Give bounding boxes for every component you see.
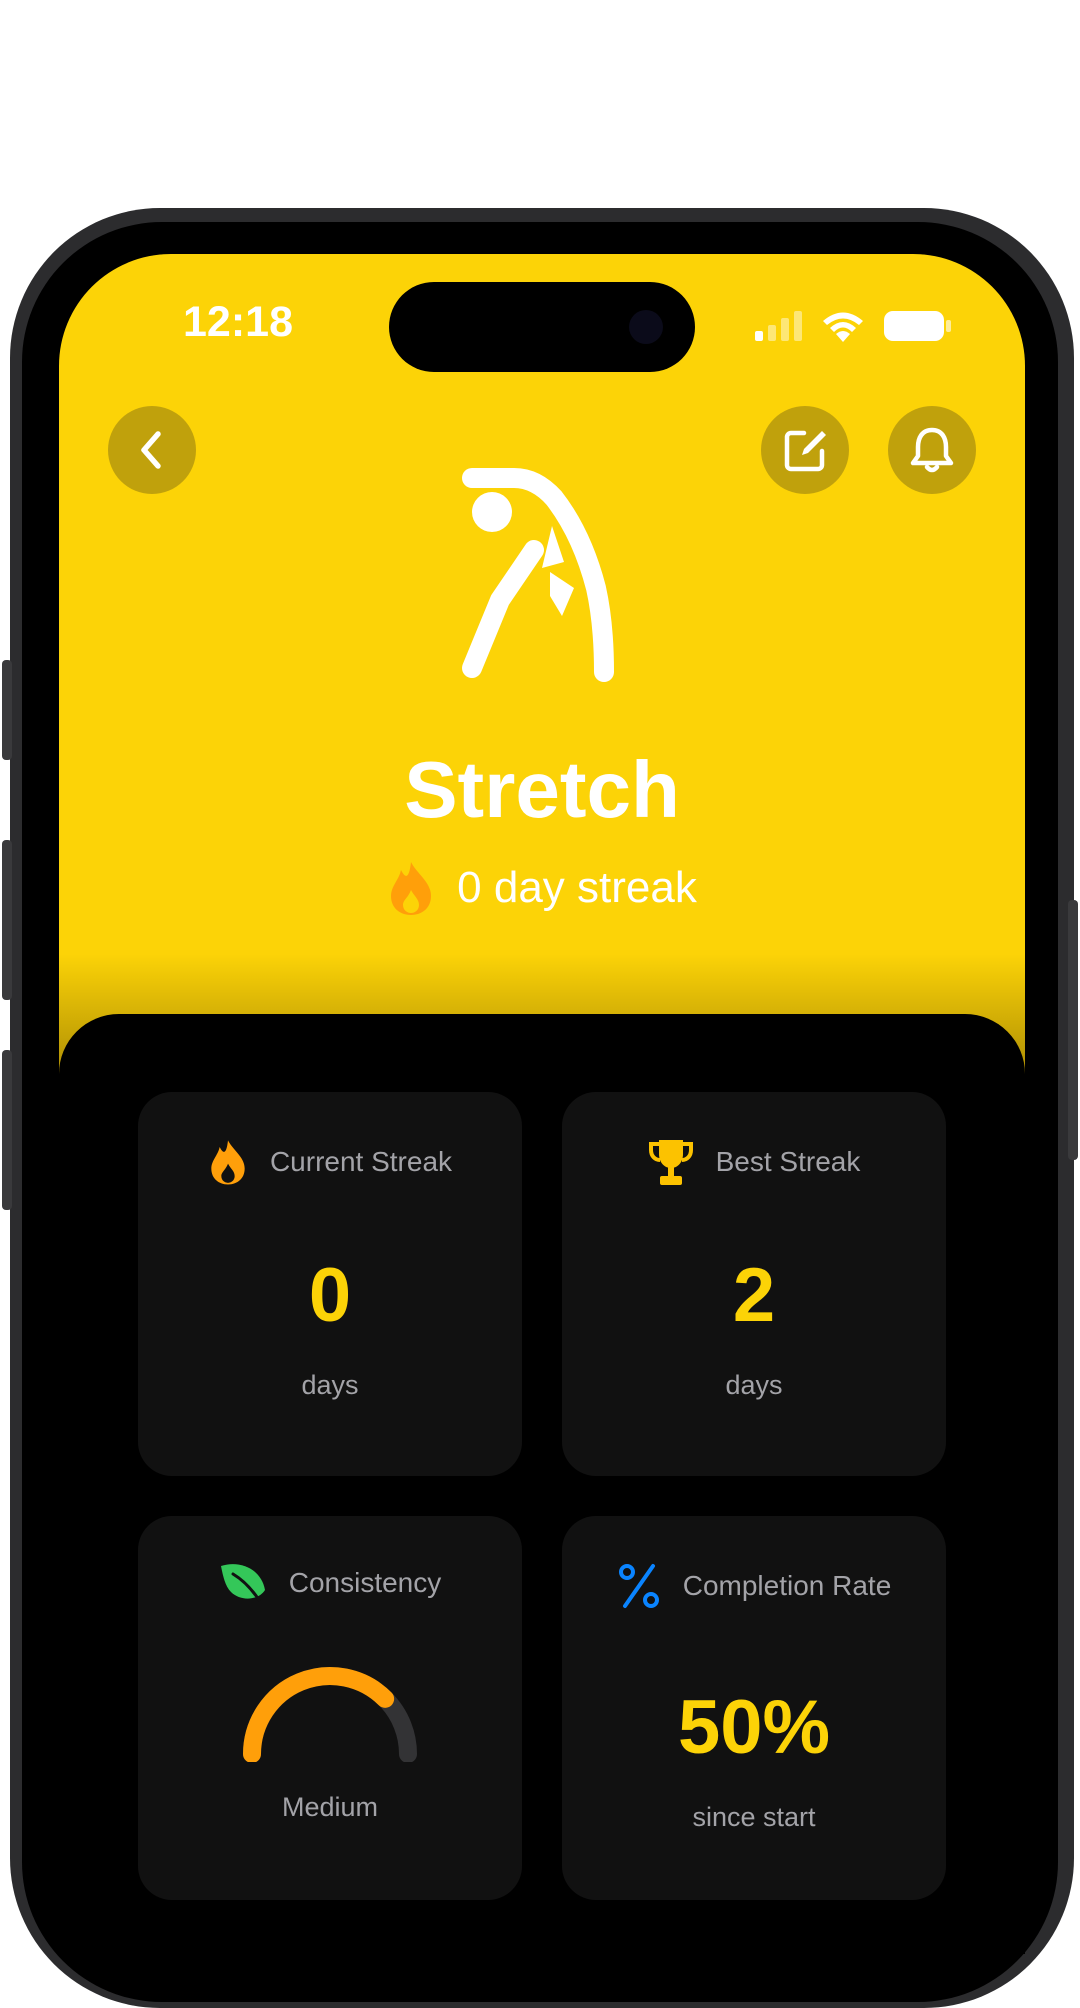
habit-streak: 0 day streak: [59, 860, 1025, 916]
wifi-icon: [823, 312, 863, 342]
cellular-signal-icon: [755, 311, 802, 341]
leaf-icon: [220, 1564, 265, 1602]
trophy-icon: [648, 1140, 693, 1185]
bell-icon: [910, 427, 954, 473]
status-time: 12:18: [183, 298, 293, 346]
edit-square-icon: [784, 430, 826, 472]
completion-rate-label: Completion Rate: [682, 1570, 892, 1601]
dynamic-island: [389, 282, 695, 372]
status-icons: [755, 310, 953, 342]
flame-icon: [391, 862, 432, 915]
habit-title: Stretch: [404, 745, 680, 834]
completion-rate-header: Completion Rate: [562, 1562, 946, 1610]
front-camera: [629, 310, 663, 344]
gauge-fill: [243, 1667, 395, 1762]
habit-header: 12:18 Stretch 0 day streak: [59, 254, 1025, 1074]
back-button[interactable]: [108, 406, 196, 494]
best-streak-label: Best Streak: [715, 1146, 861, 1177]
chevron-left-icon: [141, 431, 161, 469]
current-streak-card: Current Streak 0 days: [138, 1092, 522, 1476]
power-button: [1068, 900, 1078, 1160]
consistency-header: Consistency: [138, 1562, 522, 1604]
best-streak-value: 2: [732, 1253, 776, 1338]
action-button: [2, 660, 12, 760]
current-streak-unit: days: [301, 1370, 359, 1400]
flame-icon: [211, 1140, 245, 1185]
consistency-card: Consistency Medium: [138, 1516, 522, 1900]
completion-rate-card: Completion Rate 50% since start: [562, 1516, 946, 1900]
screen: 12:18 Stretch 0 day streak Current Strea…: [59, 254, 1025, 1954]
completion-rate-value: 50%: [677, 1685, 831, 1770]
battery-icon: [884, 311, 951, 341]
consistency-label: Consistency: [288, 1567, 442, 1598]
best-streak-header: Best Streak: [562, 1138, 946, 1186]
best-streak-unit: days: [725, 1370, 783, 1400]
current-streak-header: Current Streak: [138, 1138, 522, 1186]
notifications-button[interactable]: [888, 406, 976, 494]
stretch-figure-icon: [462, 468, 614, 682]
completion-rate-unit: since start: [692, 1802, 816, 1832]
streak-text: 0 day streak: [457, 863, 697, 912]
percent-icon: [618, 1564, 659, 1608]
current-streak-label: Current Streak: [269, 1146, 453, 1177]
volume-up-button: [2, 840, 12, 1000]
stats-panel: Current Streak 0 days Best Streak 2 days: [59, 1014, 1025, 1954]
volume-down-button: [2, 1050, 12, 1210]
current-streak-value: 0: [308, 1253, 352, 1338]
consistency-gauge: [243, 1667, 417, 1762]
consistency-level: Medium: [281, 1792, 379, 1822]
edit-button[interactable]: [761, 406, 849, 494]
best-streak-card: Best Streak 2 days: [562, 1092, 946, 1476]
